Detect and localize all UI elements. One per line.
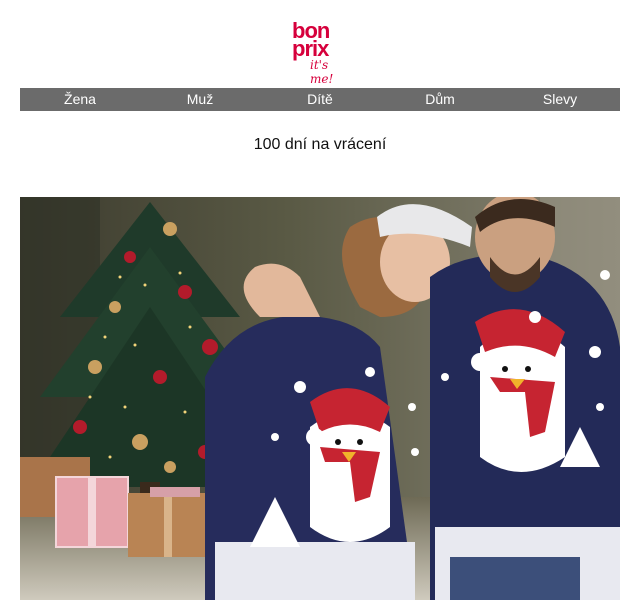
hero-banner-image[interactable] <box>20 197 620 600</box>
nav-item-dite[interactable]: Dítě <box>260 88 380 111</box>
logo-line-prix: prix <box>292 36 329 61</box>
returns-tagline: 100 dní na vrácení <box>253 136 387 153</box>
nav-item-muz[interactable]: Muž <box>140 88 260 111</box>
nav-item-dum[interactable]: Dům <box>380 88 500 111</box>
nav-item-slevy[interactable]: Slevy <box>500 88 620 111</box>
logo-slogan: it's me! <box>310 58 334 86</box>
nav-item-zena[interactable]: Žena <box>20 88 140 111</box>
main-navigation: Žena Muž Dítě Dům Slevy <box>20 88 620 111</box>
bonprix-logo[interactable]: bon prix it's me! <box>292 20 352 87</box>
hero-photo-illustration <box>20 197 620 600</box>
